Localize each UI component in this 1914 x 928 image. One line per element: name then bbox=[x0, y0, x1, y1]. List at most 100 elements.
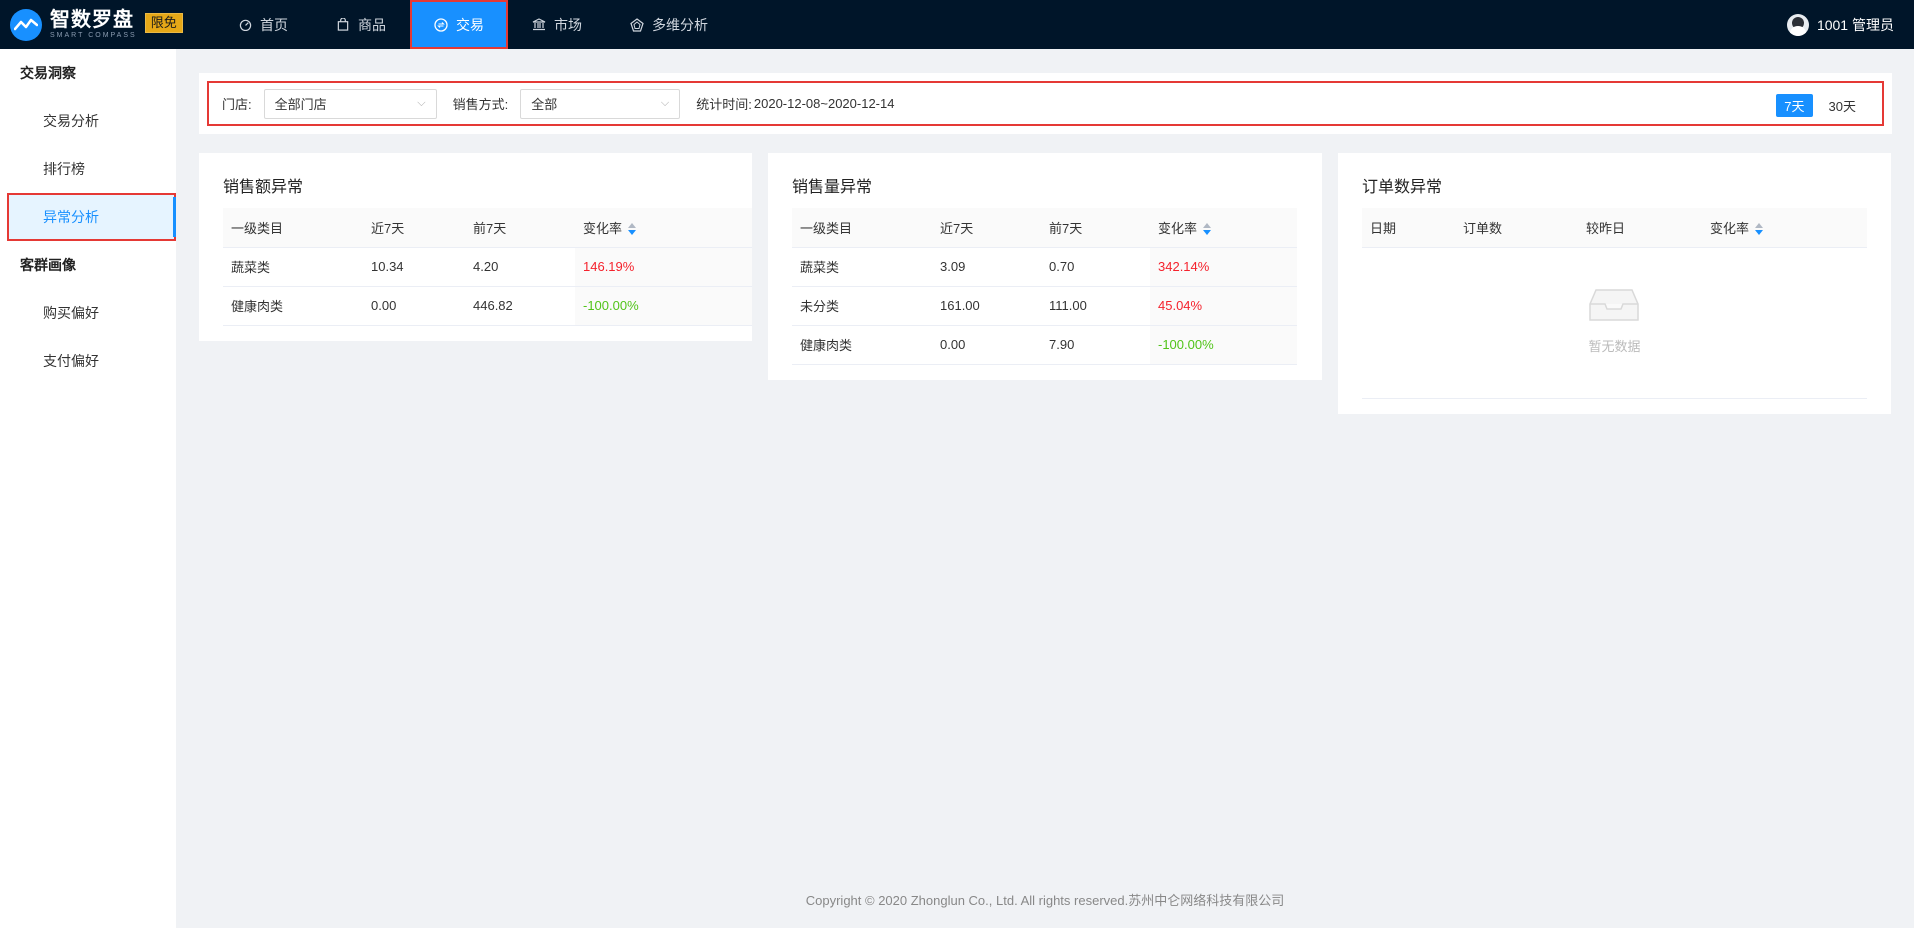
table-header: 前7天 bbox=[465, 208, 575, 248]
sidebar-group-trade-insight: 交易洞察 bbox=[20, 65, 76, 81]
recent-7-cell: 0.00 bbox=[932, 325, 1041, 365]
nav-label: 市场 bbox=[554, 16, 582, 33]
app-subtitle: SMART COMPASS bbox=[50, 32, 137, 39]
header-label: 变化率 bbox=[1158, 220, 1198, 236]
sidebar-item-anomaly-analysis[interactable]: 异常分析 bbox=[7, 193, 176, 241]
change-rate-cell: 45.04% bbox=[1150, 286, 1297, 326]
sales-amount-anomaly-card: 销售额异常 一级类目 近7天 前7天 变化率 蔬菜类 10.34 4.20 14… bbox=[199, 153, 752, 341]
bank-icon bbox=[532, 18, 546, 32]
sidebar: 交易洞察 交易分析 排行榜 异常分析 客群画像 购买偏好 支付偏好 bbox=[0, 49, 176, 928]
recent-7-cell: 3.09 bbox=[932, 247, 1041, 287]
change-rate-cell: 342.14% bbox=[1150, 247, 1297, 287]
table-header: 前7天 bbox=[1041, 208, 1150, 248]
sort-icon[interactable] bbox=[1203, 223, 1212, 236]
table-row: 未分类 161.00 111.00 45.04% bbox=[792, 286, 1297, 326]
footer-copyright: Copyright © 2020 Zhonglun Co., Ltd. All … bbox=[805, 893, 1285, 908]
sidebar-item-payment-preference[interactable]: 支付偏好 bbox=[0, 337, 176, 385]
prev-7-cell: 111.00 bbox=[1041, 286, 1150, 326]
nav-item-trade[interactable]: 交易 bbox=[410, 0, 508, 49]
user-menu[interactable]: 1001 管理员 bbox=[1786, 0, 1894, 49]
category-cell: 健康肉类 bbox=[223, 286, 363, 326]
bag-icon bbox=[336, 18, 350, 32]
category-cell: 健康肉类 bbox=[792, 325, 932, 365]
nav-item-multidim[interactable]: 多维分析 bbox=[606, 0, 732, 49]
change-rate-cell: -100.00% bbox=[575, 286, 752, 326]
filter-bar: 门店: 全部门店 ⌵ 销售方式: 全部 ⌵ 统计时间: 2020-12-08~2… bbox=[207, 81, 1884, 126]
category-cell: 蔬菜类 bbox=[223, 247, 363, 287]
user-name: 1001 管理员 bbox=[1816, 16, 1894, 33]
avatar bbox=[1786, 13, 1809, 36]
prev-7-cell: 446.82 bbox=[465, 286, 575, 326]
nav-item-goods[interactable]: 商品 bbox=[312, 0, 410, 49]
sidebar-item-ranking[interactable]: 排行榜 bbox=[0, 145, 176, 193]
table-header: 订单数 bbox=[1455, 208, 1578, 248]
sidebar-item-purchase-preference[interactable]: 购买偏好 bbox=[0, 289, 176, 337]
sort-icon[interactable] bbox=[1755, 223, 1764, 236]
recent-7-cell: 161.00 bbox=[932, 286, 1041, 326]
sales-amount-table: 一级类目 近7天 前7天 变化率 蔬菜类 10.34 4.20 146.19% … bbox=[223, 208, 752, 326]
empty-text: 暂无数据 bbox=[1588, 339, 1641, 354]
chevron-down-icon: ⌵ bbox=[417, 97, 426, 109]
recent-7-cell: 10.34 bbox=[363, 247, 465, 287]
range-toggle: 7天 30天 bbox=[1768, 94, 1864, 117]
table-header: 日期 bbox=[1362, 208, 1455, 248]
table-header-sortable[interactable]: 变化率 bbox=[575, 208, 752, 248]
stat-time-value: 2020-12-08~2020-12-14 bbox=[753, 96, 895, 111]
category-cell: 未分类 bbox=[792, 286, 932, 326]
header-label: 变化率 bbox=[1710, 220, 1750, 236]
order-count-anomaly-card: 订单数异常 日期 订单数 较昨日 变化率 暂无数据 bbox=[1338, 153, 1891, 414]
free-badge: 限免 bbox=[144, 12, 183, 33]
sales-volume-table: 一级类目 近7天 前7天 变化率 蔬菜类 3.09 0.70 342.14% 未… bbox=[792, 208, 1297, 365]
store-select-value: 全部门店 bbox=[274, 97, 327, 112]
header-label: 变化率 bbox=[583, 220, 623, 236]
table-header-sortable[interactable]: 变化率 bbox=[1150, 208, 1297, 248]
card-title: 销售量异常 bbox=[792, 179, 873, 196]
range-30-days-button[interactable]: 30天 bbox=[1821, 94, 1864, 117]
table-header: 较昨日 bbox=[1578, 208, 1702, 248]
table-header-sortable[interactable]: 变化率 bbox=[1702, 208, 1867, 248]
change-rate-cell: -100.00% bbox=[1150, 325, 1297, 365]
card-title: 销售额异常 bbox=[223, 179, 304, 196]
nav-label: 多维分析 bbox=[652, 16, 708, 33]
radar-icon bbox=[630, 17, 644, 32]
nav-label: 商品 bbox=[358, 16, 386, 33]
app-logo[interactable]: 智数罗盘 SMART COMPASS 限免 bbox=[0, 0, 200, 49]
store-label: 门店: bbox=[222, 97, 252, 112]
sort-icon[interactable] bbox=[628, 223, 637, 236]
table-header: 近7天 bbox=[932, 208, 1041, 248]
table-header: 近7天 bbox=[363, 208, 465, 248]
store-select[interactable]: 全部门店 ⌵ bbox=[263, 88, 437, 119]
sale-method-select-value: 全部 bbox=[531, 97, 558, 112]
sales-volume-anomaly-card: 销售量异常 一级类目 近7天 前7天 变化率 蔬菜类 3.09 0.70 342… bbox=[768, 153, 1322, 380]
sale-method-label: 销售方式: bbox=[452, 97, 509, 112]
nav-item-market[interactable]: 市场 bbox=[508, 0, 606, 49]
nav-label: 交易 bbox=[456, 16, 484, 33]
sidebar-group-customer-profile: 客群画像 bbox=[20, 257, 76, 273]
prev-7-cell: 4.20 bbox=[465, 247, 575, 287]
range-7-days-button[interactable]: 7天 bbox=[1776, 94, 1813, 117]
top-nav-bar: 智数罗盘 SMART COMPASS 限免 首页 商品 交易 市场 多维分析 1… bbox=[0, 0, 1914, 49]
sale-method-select[interactable]: 全部 ⌵ bbox=[520, 88, 681, 119]
empty-state: 暂无数据 bbox=[1362, 248, 1867, 399]
prev-7-cell: 0.70 bbox=[1041, 247, 1150, 287]
sidebar-item-trade-analysis[interactable]: 交易分析 bbox=[0, 97, 176, 145]
main-nav: 首页 商品 交易 市场 多维分析 bbox=[214, 0, 732, 49]
dashboard-icon bbox=[238, 18, 252, 32]
compass-logo-icon bbox=[10, 8, 42, 41]
table-row: 健康肉类 0.00 7.90 -100.00% bbox=[792, 325, 1297, 365]
chevron-down-icon: ⌵ bbox=[660, 97, 670, 109]
table-row: 健康肉类 0.00 446.82 -100.00% bbox=[223, 286, 752, 326]
prev-7-cell: 7.90 bbox=[1041, 325, 1150, 365]
empty-inbox-icon bbox=[1589, 289, 1639, 321]
exchange-icon bbox=[434, 17, 448, 32]
filter-panel: 门店: 全部门店 ⌵ 销售方式: 全部 ⌵ 统计时间: 2020-12-08~2… bbox=[199, 73, 1892, 134]
nav-item-home[interactable]: 首页 bbox=[214, 0, 312, 49]
order-count-table: 日期 订单数 较昨日 变化率 bbox=[1362, 208, 1867, 248]
table-row: 蔬菜类 3.09 0.70 342.14% bbox=[792, 247, 1297, 287]
recent-7-cell: 0.00 bbox=[363, 286, 465, 326]
table-header: 一级类目 bbox=[792, 208, 932, 248]
card-title: 订单数异常 bbox=[1362, 179, 1443, 196]
table-header: 一级类目 bbox=[223, 208, 363, 248]
app-title: 智数罗盘 bbox=[50, 9, 134, 31]
change-rate-cell: 146.19% bbox=[575, 247, 752, 287]
